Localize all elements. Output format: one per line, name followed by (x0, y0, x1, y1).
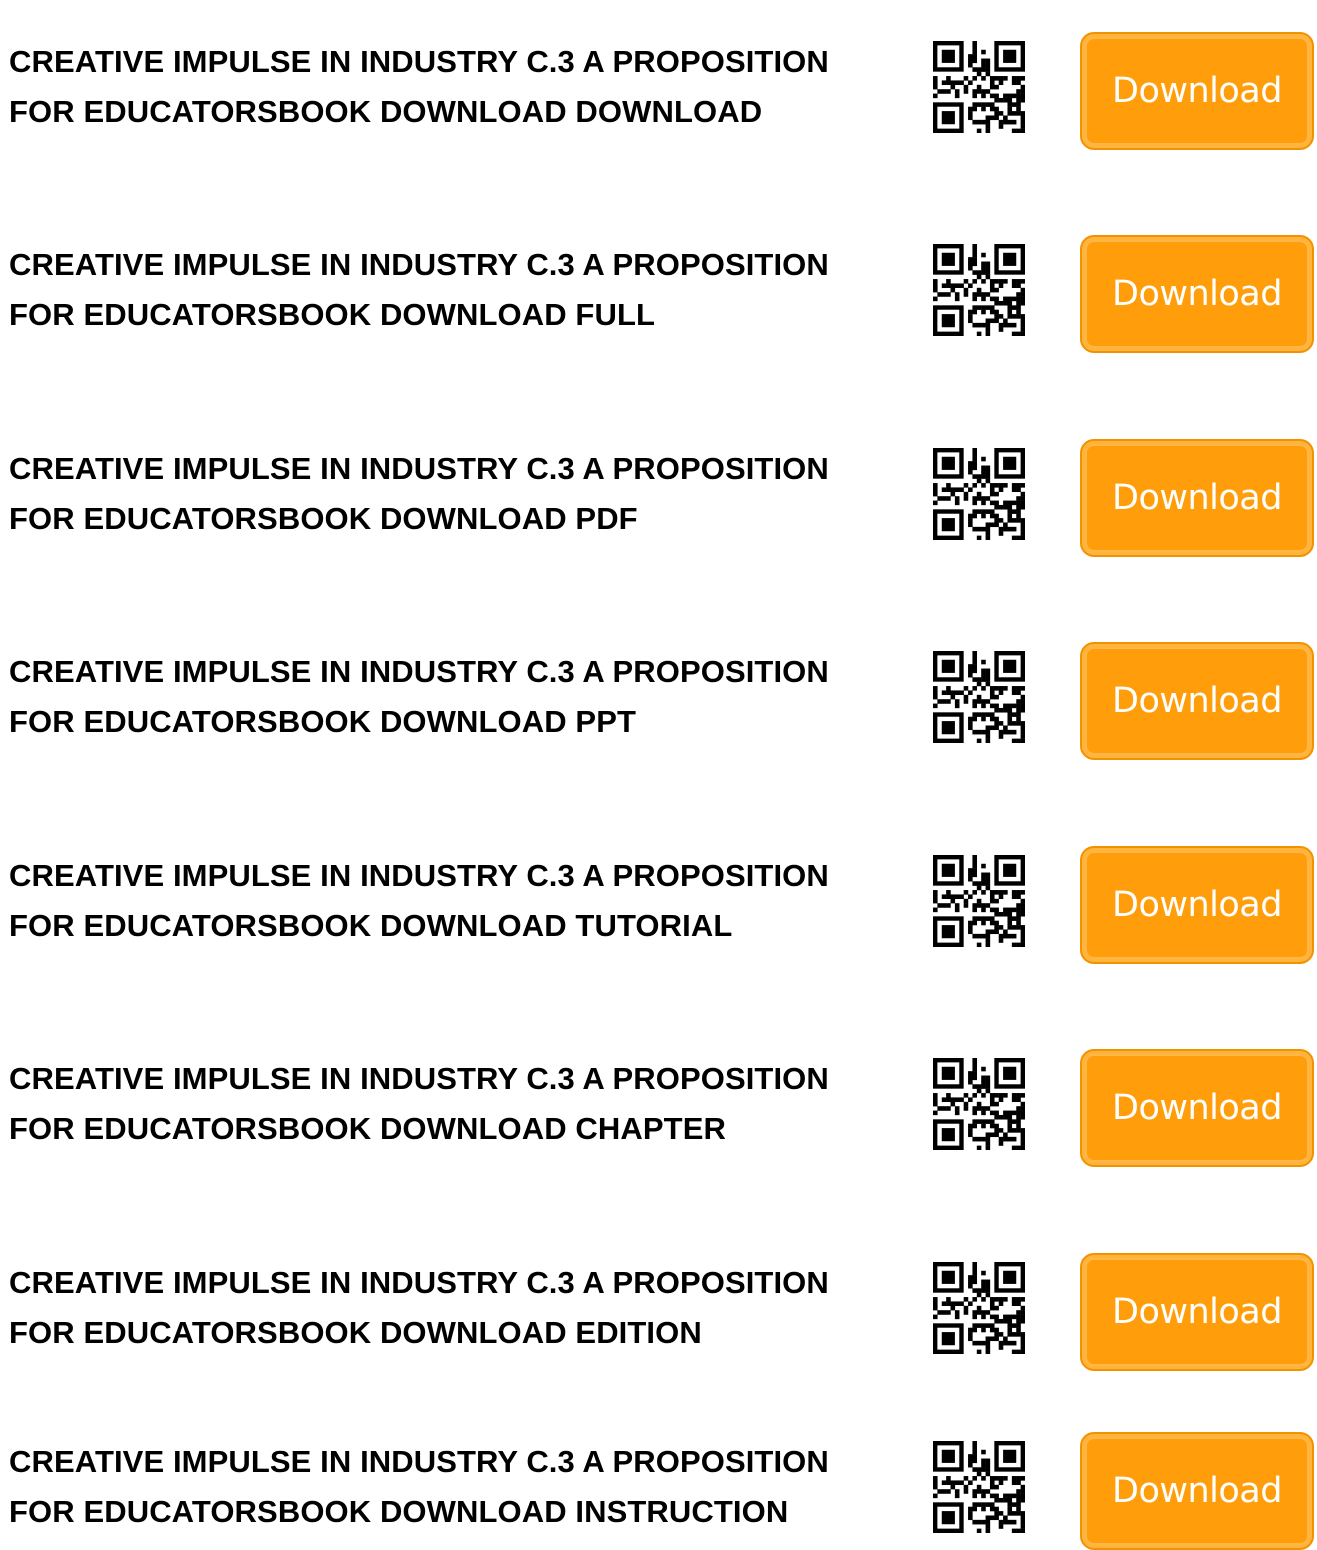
item-title-text: CREATIVE IMPULSE IN INDUSTRY C.3 A PROPO… (9, 451, 829, 536)
list-item: CREATIVE IMPULSE IN INDUSTRY C.3 A PROPO… (0, 230, 1317, 353)
item-title-text: CREATIVE IMPULSE IN INDUSTRY C.3 A PROPO… (9, 247, 829, 332)
qr-code-icon (933, 1441, 1025, 1533)
qr-code-icon (933, 41, 1025, 133)
download-button-label: Download (1112, 71, 1282, 111)
download-button[interactable]: Download (1080, 846, 1314, 964)
download-button[interactable]: Download (1080, 642, 1314, 760)
list-item: CREATIVE IMPULSE IN INDUSTRY C.3 A PROPO… (0, 1248, 1317, 1371)
qr-code-icon (933, 651, 1025, 743)
item-title: CREATIVE IMPULSE IN INDUSTRY C.3 A PROPO… (9, 1044, 889, 1164)
list-item: CREATIVE IMPULSE IN INDUSTRY C.3 A PROPO… (0, 1427, 1317, 1550)
download-button-label: Download (1112, 1292, 1282, 1332)
download-button-label: Download (1112, 478, 1282, 518)
download-button-label: Download (1112, 274, 1282, 314)
item-title-text: CREATIVE IMPULSE IN INDUSTRY C.3 A PROPO… (9, 44, 829, 129)
list-item: CREATIVE IMPULSE IN INDUSTRY C.3 A PROPO… (0, 434, 1317, 557)
list-item: CREATIVE IMPULSE IN INDUSTRY C.3 A PROPO… (0, 1044, 1317, 1167)
download-button-label: Download (1112, 885, 1282, 925)
item-title: CREATIVE IMPULSE IN INDUSTRY C.3 A PROPO… (9, 841, 889, 961)
download-button-label: Download (1112, 1088, 1282, 1128)
item-title-text: CREATIVE IMPULSE IN INDUSTRY C.3 A PROPO… (9, 1265, 829, 1350)
list-item: CREATIVE IMPULSE IN INDUSTRY C.3 A PROPO… (0, 27, 1317, 150)
item-title: CREATIVE IMPULSE IN INDUSTRY C.3 A PROPO… (9, 230, 889, 350)
item-title: CREATIVE IMPULSE IN INDUSTRY C.3 A PROPO… (9, 1427, 889, 1547)
qr-code-icon (933, 244, 1025, 336)
download-button[interactable]: Download (1080, 1432, 1314, 1550)
download-button-label: Download (1112, 1471, 1282, 1511)
download-button[interactable]: Download (1080, 1253, 1314, 1371)
item-title-text: CREATIVE IMPULSE IN INDUSTRY C.3 A PROPO… (9, 858, 829, 943)
item-title: CREATIVE IMPULSE IN INDUSTRY C.3 A PROPO… (9, 434, 889, 554)
qr-code-icon (933, 1262, 1025, 1354)
download-button[interactable]: Download (1080, 32, 1314, 150)
item-title: CREATIVE IMPULSE IN INDUSTRY C.3 A PROPO… (9, 27, 889, 147)
qr-code-icon (933, 448, 1025, 540)
download-button[interactable]: Download (1080, 1049, 1314, 1167)
download-button-label: Download (1112, 681, 1282, 721)
download-button[interactable]: Download (1080, 439, 1314, 557)
download-button[interactable]: Download (1080, 235, 1314, 353)
qr-code-icon (933, 1058, 1025, 1150)
list-item: CREATIVE IMPULSE IN INDUSTRY C.3 A PROPO… (0, 637, 1317, 760)
item-title-text: CREATIVE IMPULSE IN INDUSTRY C.3 A PROPO… (9, 1061, 829, 1146)
item-title: CREATIVE IMPULSE IN INDUSTRY C.3 A PROPO… (9, 637, 889, 757)
item-title-text: CREATIVE IMPULSE IN INDUSTRY C.3 A PROPO… (9, 654, 829, 739)
item-title: CREATIVE IMPULSE IN INDUSTRY C.3 A PROPO… (9, 1248, 889, 1368)
item-title-text: CREATIVE IMPULSE IN INDUSTRY C.3 A PROPO… (9, 1444, 829, 1529)
download-list: CREATIVE IMPULSE IN INDUSTRY C.3 A PROPO… (0, 0, 1317, 1550)
list-item: CREATIVE IMPULSE IN INDUSTRY C.3 A PROPO… (0, 841, 1317, 964)
qr-code-icon (933, 855, 1025, 947)
